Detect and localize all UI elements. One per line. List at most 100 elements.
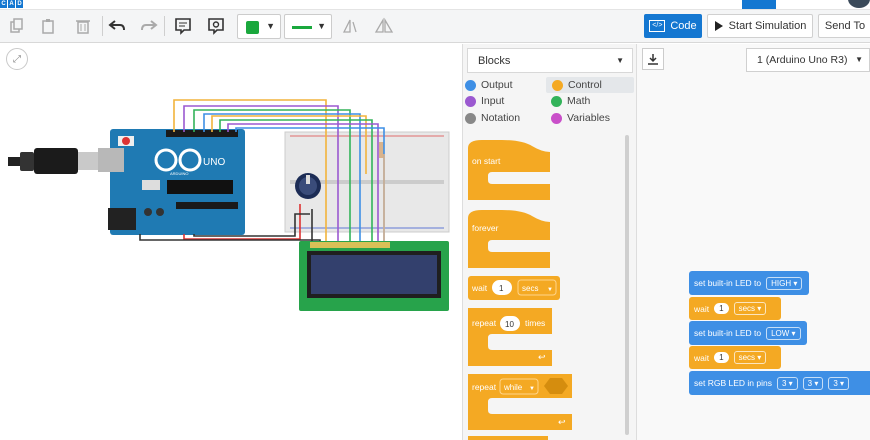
block-repeat-while[interactable]: repeat while ▼ ↩ [468, 374, 572, 430]
board-label: UNO [203, 157, 225, 168]
block-wait[interactable]: wait 1 secs ▼ [468, 276, 560, 300]
block-on-start[interactable]: on start [468, 140, 550, 200]
redo-icon[interactable] [138, 15, 160, 37]
block-label: on start [472, 156, 501, 166]
rgb-pin-value: 3 [781, 378, 787, 388]
block-label: times [525, 318, 545, 328]
while-label: while [503, 383, 523, 392]
note-icon[interactable] [172, 15, 194, 37]
wait-value: 1 [499, 284, 504, 293]
loop-arrow-icon: ↩ [538, 353, 546, 363]
category-label: Notation [481, 112, 521, 124]
block-wait-1[interactable]: wait 1 secs ▾ [689, 297, 781, 320]
play-icon [714, 21, 723, 31]
chevron-down-icon: ▼ [855, 55, 863, 64]
mirror-icon[interactable] [339, 15, 361, 37]
send-to-button[interactable]: Send To [818, 14, 870, 38]
potentiometer[interactable] [295, 173, 321, 199]
visibility-icon[interactable] [205, 15, 227, 37]
logo-letter: C [0, 0, 7, 8]
download-icon[interactable] [642, 48, 664, 70]
palette-scrollbar[interactable] [625, 135, 629, 435]
line-style-select[interactable]: ▼ [284, 14, 332, 39]
code-button[interactable]: </> Code [644, 14, 702, 38]
send-to-label: Send To [824, 20, 866, 32]
category-math[interactable]: Math [551, 95, 590, 107]
board-select[interactable]: 1 (Arduino Uno R3) ▼ [746, 48, 870, 72]
category-dot [551, 112, 562, 124]
copy-icon[interactable] [6, 15, 28, 37]
block-forever[interactable]: forever [468, 210, 550, 268]
rgb-pin-dropdown[interactable]: 3 ▾ [802, 376, 824, 390]
line-style-preview [292, 26, 312, 29]
circuit-drawing: UNO ARDUINO [8, 99, 450, 311]
led-state-dropdown[interactable]: HIGH ▾ [766, 276, 803, 290]
wait-unit-dropdown[interactable]: secs ▾ [733, 302, 767, 315]
loop-arrow-icon: ↩ [558, 418, 566, 428]
rgb-pin-value: 3 [833, 378, 838, 388]
block-label: repeat [472, 382, 497, 392]
toolbar-divider [164, 16, 165, 36]
toolbar: ▼ ▼ </> Code Start Simulation Send To [0, 10, 870, 43]
category-dot [465, 79, 476, 91]
category-dot [465, 95, 476, 107]
repeat-value: 10 [505, 320, 514, 329]
block-label: set RGB LED in pins [694, 378, 772, 388]
block-wait-2[interactable]: wait 1 secs ▾ [689, 346, 781, 369]
delete-icon[interactable] [72, 15, 94, 37]
category-input[interactable]: Input [465, 95, 504, 107]
flip-icon[interactable] [373, 15, 395, 37]
paste-icon[interactable] [38, 15, 60, 37]
undo-icon[interactable] [106, 15, 128, 37]
category-dot [551, 95, 562, 107]
start-simulation-label: Start Simulation [728, 20, 807, 32]
block-label: set built-in LED to [694, 278, 762, 288]
block-label: wait [694, 352, 710, 363]
category-notation[interactable]: Notation [465, 112, 520, 124]
usb-cable[interactable] [8, 148, 100, 174]
tinkercad-logo[interactable]: C A D [0, 0, 23, 8]
color-swatch[interactable]: ▼ [237, 14, 281, 39]
active-tab-indicator[interactable] [742, 0, 776, 9]
avatar[interactable] [848, 0, 870, 8]
block-set-led-low[interactable]: set built-in LED to LOW ▾ [689, 321, 807, 345]
block-repeat-times[interactable]: repeat 10 times ↩ [468, 308, 552, 366]
category-label: Control [568, 79, 602, 91]
wait-unit-dropdown[interactable]: secs ▾ [733, 351, 767, 364]
block-next[interactable] [468, 436, 548, 440]
block-label: forever [472, 223, 499, 233]
top-strip: C A D [0, 0, 870, 10]
rgb-pin-dropdown[interactable]: 3 ▾ [828, 376, 850, 390]
block-set-rgb-led[interactable]: set RGB LED in pins 3 ▾ 3 ▾ 3 ▾ [689, 371, 870, 395]
blocks-dropdown[interactable]: Blocks ▼ [467, 48, 633, 73]
chevron-down-icon: ▼ [529, 386, 535, 392]
led-state-value: HIGH [771, 278, 792, 288]
chevron-down-icon: ▼ [317, 21, 326, 31]
category-label: Math [567, 95, 591, 107]
wait-value-pill[interactable]: 1 [714, 303, 729, 314]
chevron-down-icon: ▼ [266, 21, 275, 31]
rgb-pin-dropdown[interactable]: 3 ▾ [776, 376, 798, 390]
wait-unit: secs [738, 304, 756, 313]
logo-letter: D [16, 0, 23, 8]
board-brand: ARDUINO [170, 171, 188, 176]
led-state-value: LOW [771, 328, 790, 338]
category-variables[interactable]: Variables [551, 112, 610, 124]
led-state-dropdown[interactable]: LOW ▾ [766, 326, 801, 340]
rgb-pin-value: 3 [807, 378, 813, 388]
chevron-down-icon: ▼ [616, 56, 624, 65]
color-chip [246, 21, 259, 34]
wait-value-pill[interactable]: 1 [714, 352, 729, 363]
category-control[interactable]: Control [546, 77, 634, 93]
start-simulation-button[interactable]: Start Simulation [707, 14, 813, 38]
arduino-board[interactable]: UNO ARDUINO [98, 129, 245, 235]
block-set-led-high[interactable]: set built-in LED to HIGH ▾ [689, 271, 809, 295]
category-output[interactable]: Output [465, 79, 513, 91]
circuit-canvas[interactable]: ⤢ UNO ARDUINO [0, 44, 462, 440]
lcd-display[interactable] [299, 241, 449, 311]
toolbar-divider [102, 16, 103, 36]
block-label: wait [471, 283, 488, 293]
wait-unit: secs [738, 353, 756, 362]
category-label: Input [481, 95, 505, 107]
logo-letter: A [8, 0, 15, 8]
